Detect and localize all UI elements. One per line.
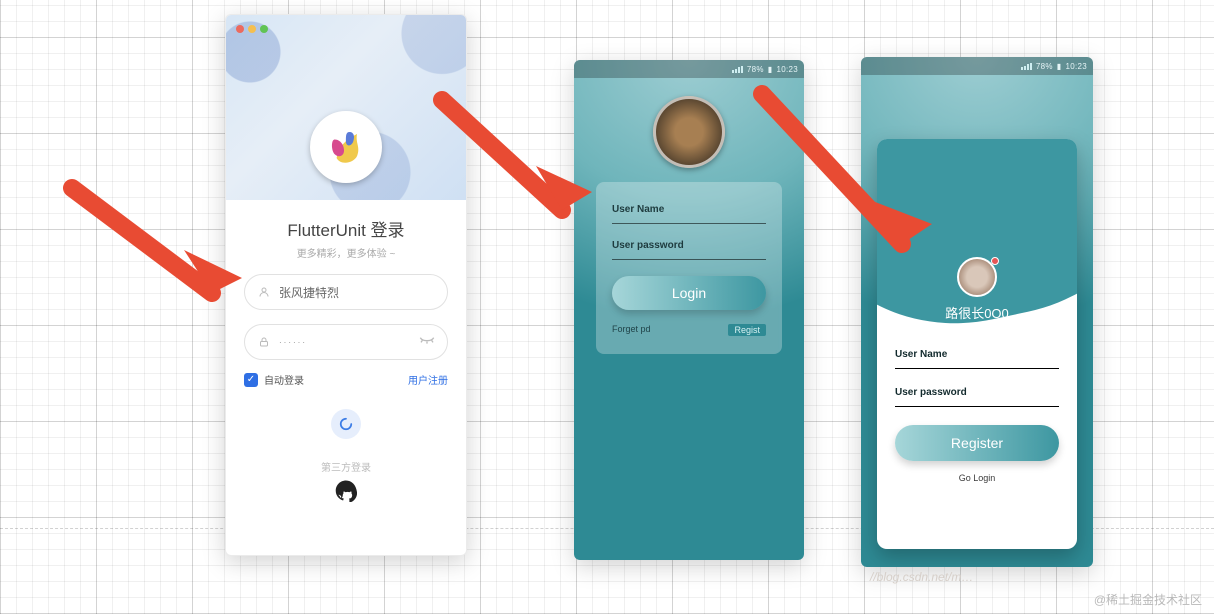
screenshot-phone-1: FlutterUnit 登录 更多精彩，更多体验 ~ 张风捷特烈 ······ … (225, 14, 467, 556)
login-card: User Name User password Login Forget pd … (596, 182, 782, 354)
window-traffic-lights (236, 25, 268, 33)
status-battery: 78% (1036, 62, 1053, 71)
check-icon: ✓ (244, 373, 258, 387)
screenshot-phone-2: 78% ▮ 10:23 User Name User password Logi… (574, 60, 804, 560)
password-label: User password (612, 240, 766, 251)
signal-icon (732, 66, 743, 73)
register-link[interactable]: 用户注册 (408, 372, 448, 387)
register-card: 路很长0O0 User Name User password Register … (877, 139, 1077, 549)
close-icon (236, 25, 244, 33)
login-button-label: Login (672, 285, 706, 301)
auto-login-label: 自动登录 (264, 372, 304, 387)
register-button-label: Register (951, 435, 1003, 451)
watermark-faded: //blog.csdn.net/m… (870, 570, 973, 584)
notification-dot-icon (991, 257, 999, 265)
username-input[interactable] (895, 368, 1059, 369)
password-label: User password (895, 387, 1059, 398)
watermark: @稀土掘金技术社区 (1094, 591, 1202, 608)
status-time: 10:23 (1065, 62, 1087, 71)
username-input[interactable]: 张风捷特烈 (244, 274, 448, 310)
page-subtitle: 更多精彩，更多体验 ~ (244, 245, 448, 260)
page-title: FlutterUnit 登录 (244, 216, 448, 241)
login-button[interactable]: Login (612, 276, 766, 310)
status-bar: 78% ▮ 10:23 (574, 60, 804, 78)
third-party-label: 第三方登录 (244, 459, 448, 474)
register-link[interactable]: Regist (728, 324, 766, 336)
screenshot-phone-3: 78% ▮ 10:23 路很长0O0 User Name User passwo… (861, 57, 1093, 567)
status-battery: 78% (747, 65, 764, 74)
signal-icon (1021, 63, 1032, 70)
password-input[interactable]: ······ (244, 324, 448, 360)
password-input[interactable] (895, 406, 1059, 407)
forget-password-link[interactable]: Forget pd (612, 324, 651, 336)
github-icon[interactable] (335, 480, 357, 502)
minimize-icon (248, 25, 256, 33)
zoom-icon (260, 25, 268, 33)
username-label: User Name (895, 349, 1059, 360)
display-name: 路很长0O0 (877, 303, 1077, 322)
user-icon (257, 286, 271, 298)
avatar (653, 96, 725, 168)
go-login-link[interactable]: Go Login (895, 473, 1059, 483)
register-button[interactable]: Register (895, 425, 1059, 461)
username-input[interactable] (612, 223, 766, 224)
lock-icon (257, 336, 271, 348)
avatar (310, 111, 382, 183)
auto-login-checkbox[interactable]: ✓ 自动登录 (244, 372, 304, 387)
status-time: 10:23 (776, 65, 798, 74)
username-value: 张风捷特烈 (279, 284, 339, 301)
eye-icon[interactable] (419, 335, 435, 349)
password-input[interactable] (612, 259, 766, 260)
card-header-wave (877, 139, 1077, 359)
username-label: User Name (612, 204, 766, 215)
password-masked: ······ (279, 338, 307, 347)
login-button[interactable] (331, 409, 361, 439)
phone1-header (226, 15, 466, 200)
status-bar: 78% ▮ 10:23 (861, 57, 1093, 75)
